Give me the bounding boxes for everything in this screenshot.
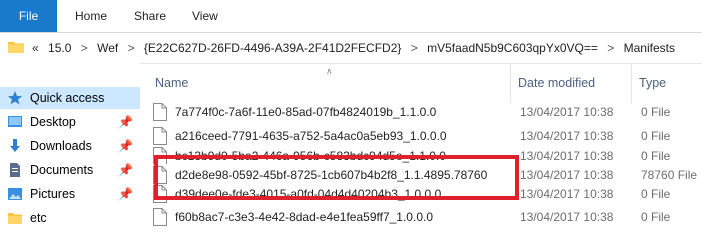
file-name: a216ceed-7791-4635-a752-5a4ac0a5eb93_1.0… [175,129,447,143]
column-label: Name [155,76,189,90]
file-type: 78760 File [641,168,698,182]
file-icon [153,147,167,165]
address-bar[interactable]: « 15.0 > Wef > {E22C627D-26FD-4496-A39A-… [0,33,702,64]
tab-view[interactable]: View [192,0,218,32]
column-header-name[interactable]: Name [148,63,508,103]
sidebar-item-downloads[interactable]: Downloads 📌 [0,135,140,157]
column-label: Date modified [518,76,596,90]
chevron-right-icon[interactable]: > [411,33,418,63]
navigation-pane: Quick access Desktop 📌 Downloads 📌 Docum… [0,63,140,240]
sidebar-item-desktop[interactable]: Desktop 📌 [0,111,140,133]
file-icon [153,103,167,121]
star-icon [7,91,23,105]
tab-home[interactable]: Home [75,0,107,32]
folder-icon [8,42,24,53]
pictures-icon [8,188,22,200]
file-row[interactable]: d39dee0e-fde3-4015-a0fd-04d4d40204b3_1.0… [148,183,702,207]
file-name: 7a774f0c-7a6f-11e0-85ad-07fb4824019b_1.1… [175,105,437,119]
tab-share[interactable]: Share [134,0,166,32]
chevron-right-icon[interactable]: > [81,33,88,63]
sidebar-item-label: Downloads [30,139,92,153]
ribbon: File Home Share View [0,0,702,33]
column-label: Type [639,76,667,90]
file-date: 13/04/2017 10:38 [520,187,614,201]
file-date: 13/04/2017 10:38 [520,149,614,163]
sidebar-item-label: Desktop [30,115,76,129]
file-type: 0 File [641,149,671,163]
file-icon [153,208,167,226]
breadcrumb-item[interactable]: mV5faadN5b9C603qpYx0VQ== [427,33,598,63]
pin-icon[interactable]: 📌 [118,183,133,205]
download-icon [10,139,20,152]
sidebar-item-documents[interactable]: Documents 📌 [0,159,140,181]
file-type: 0 File [641,187,671,201]
file-row[interactable]: f60b8ac7-c3e3-4e42-8dad-e4e1fea59ff7_1.0… [148,206,702,230]
file-date: 13/04/2017 10:38 [520,168,614,182]
file-type: 0 File [641,105,671,119]
column-header-type[interactable]: Type [632,63,702,103]
chevron-right-icon[interactable]: > [607,33,614,63]
breadcrumb-item[interactable]: Manifests [624,33,675,63]
file-name: f60b8ac7-c3e3-4e42-8dad-e4e1fea59ff7_1.0… [175,210,433,224]
file-name: d39dee0e-fde3-4015-a0fd-04d4d40204b3_1.0… [175,187,442,201]
pin-icon[interactable]: 📌 [118,111,133,133]
file-date: 13/04/2017 10:38 [520,129,614,143]
file-icon [153,166,167,184]
sidebar-item-label: Pictures [30,187,76,201]
file-type: 0 File [641,129,671,143]
sidebar-item-quick-access[interactable]: Quick access [0,87,140,109]
sidebar-item-etc[interactable]: etc [0,207,140,229]
file-type: 0 File [641,210,671,224]
tab-file[interactable]: File [0,0,57,32]
file-date: 13/04/2017 10:38 [520,105,614,119]
file-row[interactable]: 7a774f0c-7a6f-11e0-85ad-07fb4824019b_1.1… [148,101,702,125]
sidebar-item-pictures[interactable]: Pictures 📌 [0,183,140,205]
file-date: 13/04/2017 10:38 [520,210,614,224]
file-icon [153,185,167,203]
pin-icon[interactable]: 📌 [118,135,133,157]
sidebar-item-label: etc [30,211,47,225]
breadcrumb: « 15.0 > Wef > {E22C627D-26FD-4496-A39A-… [32,33,681,63]
sidebar-item-label: Quick access [30,91,105,105]
documents-icon [10,163,20,177]
chevron-right-icon[interactable]: > [128,33,135,63]
folder-icon [8,213,22,224]
breadcrumb-item[interactable]: Wef [97,33,118,63]
desktop-icon [8,116,22,127]
file-name: d2de8e98-0592-45bf-8725-1cb607b4b2f8_1.1… [175,168,488,182]
sidebar-item-label: Documents [30,163,94,177]
breadcrumb-item[interactable]: {E22C627D-26FD-4496-A39A-2F41D2FECFD2} [144,33,401,63]
file-name: bc13b9d0-5ba2-446a-956b-c583bdc94d5e_1.1… [175,149,446,163]
pin-icon[interactable]: 📌 [118,159,133,181]
breadcrumb-item[interactable]: 15.0 [48,33,71,63]
column-header-date[interactable]: Date modified [511,63,631,103]
file-icon [153,127,167,145]
breadcrumb-overflow[interactable]: « [32,33,39,63]
